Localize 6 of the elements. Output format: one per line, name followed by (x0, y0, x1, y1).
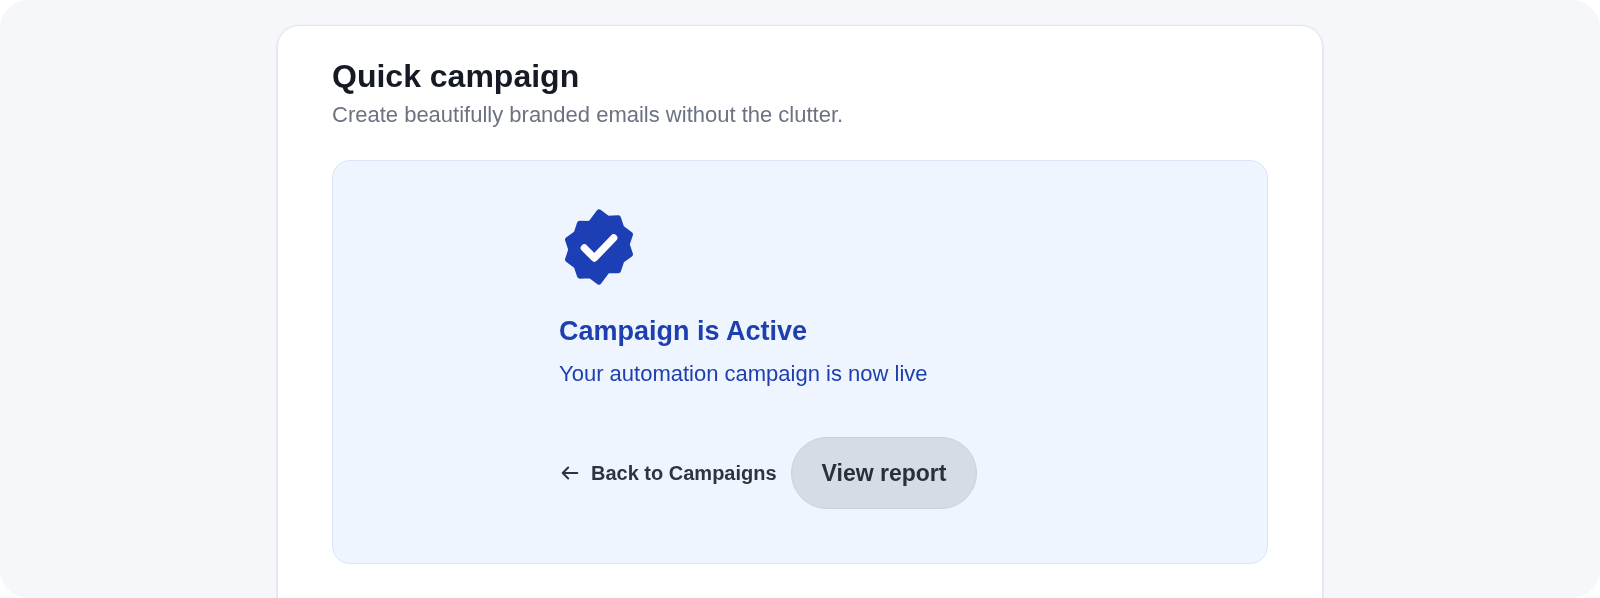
back-link[interactable]: Back to Campaigns (559, 458, 777, 488)
card-subtitle: Create beautifully branded emails without the clutter. (332, 101, 845, 129)
view-report-button[interactable]: View report (790, 437, 978, 509)
status-title: Campaign is Active (559, 315, 809, 348)
card-title: Quick campaign (332, 57, 581, 96)
status-message: Your automation campaign is now live (559, 360, 929, 388)
